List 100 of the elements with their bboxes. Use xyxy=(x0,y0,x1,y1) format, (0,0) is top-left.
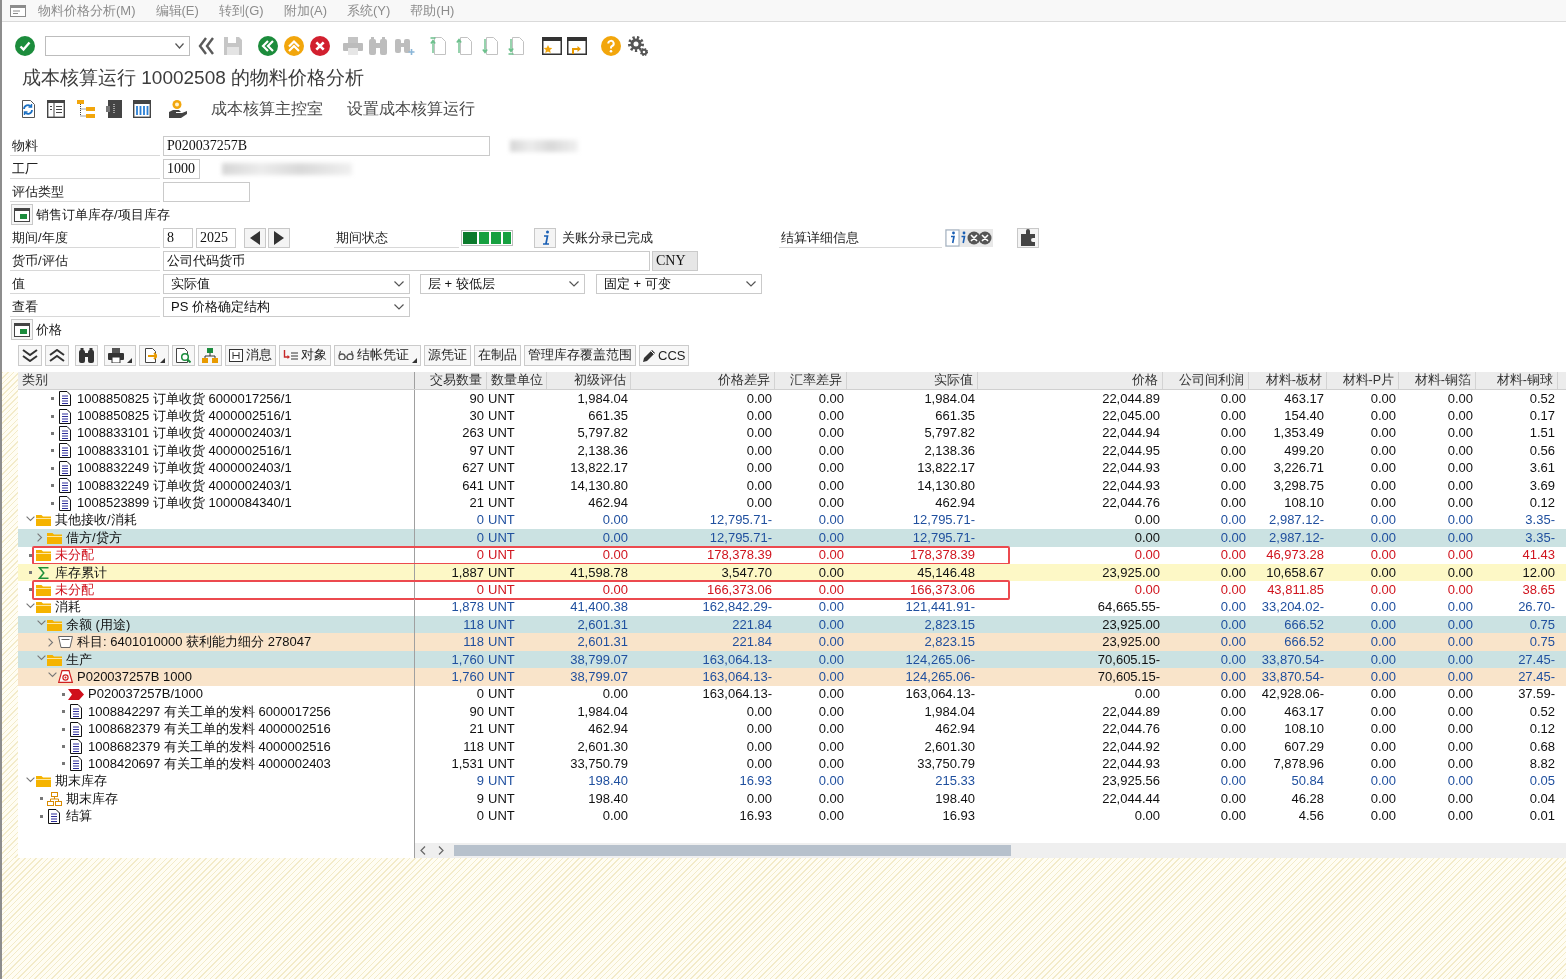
dropdown-field[interactable]: 固定 + 可变 xyxy=(596,273,762,294)
print-button[interactable] xyxy=(104,344,136,366)
column-header[interactable]: 实际值 xyxy=(934,373,973,388)
horizontal-scrollbar[interactable] xyxy=(415,843,1566,858)
tree-node-label[interactable]: 1008850825 订单收货 6000017256/1 xyxy=(77,391,292,406)
tree-node-label[interactable]: 1008682379 有关工单的发料 4000002516 xyxy=(88,739,331,754)
toolbar-button[interactable]: 在制品 xyxy=(474,344,521,366)
hierarchy-button[interactable] xyxy=(198,344,222,366)
column-header[interactable]: 价格差异 xyxy=(718,373,770,388)
column-header[interactable]: 价格 xyxy=(1132,373,1158,388)
input-field[interactable]: 2025 xyxy=(196,227,236,248)
column-header[interactable]: 材料-P片 xyxy=(1342,373,1394,388)
dark-document-icon[interactable] xyxy=(106,100,122,118)
dropdown-field[interactable]: PS 价格确定结构 xyxy=(163,296,410,317)
puzzle-icon xyxy=(1020,229,1036,246)
menu-icon[interactable] xyxy=(10,4,26,17)
tree-node-label[interactable]: 期末库存 xyxy=(66,791,118,806)
tree-node-label[interactable]: P020037257B 1000 xyxy=(77,669,192,684)
tree-node-label[interactable]: 余额 (用途) xyxy=(66,617,131,632)
check-icon[interactable] xyxy=(15,36,35,56)
tree-node-label[interactable]: 1008832249 订单收货 4000002403/1 xyxy=(77,478,292,493)
toolbar-button[interactable]: CCS xyxy=(639,344,690,366)
input-field[interactable]: P020037257B xyxy=(163,135,490,156)
settings-icon[interactable] xyxy=(628,36,648,56)
scrollbar-thumb[interactable] xyxy=(454,845,1011,856)
column-header[interactable]: 汇率差异 xyxy=(790,373,842,388)
tree-node-label[interactable]: 结算 xyxy=(66,809,92,824)
table-row[interactable]: 借方/贷方 0 UNT 0.00 12,795.71- 0.00 12,795.71- 0.00 0.00 2,987.12- 0.00 0.00 3.35- xyxy=(18,529,1566,547)
tree-node-label[interactable]: 库存累计 xyxy=(55,565,107,580)
previous-button[interactable] xyxy=(244,227,266,248)
columns-icon[interactable] xyxy=(133,100,151,118)
tree-node-label[interactable]: 1008682379 有关工单的发料 4000002516 xyxy=(88,722,331,737)
toolbar-link[interactable]: 成本核算主控室 xyxy=(211,98,323,120)
collapse-all-button[interactable] xyxy=(45,344,69,366)
command-field[interactable] xyxy=(45,36,190,56)
table-cell: 0.00 xyxy=(1370,739,1396,754)
tree-node-label[interactable]: 未分配 xyxy=(55,548,94,563)
input-field[interactable]: 8 xyxy=(163,227,193,248)
table-cell: 198.40 xyxy=(588,774,628,789)
scroll-left-icon[interactable] xyxy=(420,846,426,855)
column-header[interactable]: 材料-板材 xyxy=(1265,373,1322,388)
table-row[interactable]: 科目: 6401010000 获利能力细分 278047 118 UNT 2,601.31 221.84 0.00 2,823.15 23,925.00 0.00 666.52 0.00 0.00 0.75 xyxy=(18,633,1566,651)
table-row[interactable]: 库存累计 1,887 UNT 41,598.78 3,547.70 0.00 45,146.48 23,925.00 0.00 10,658.67 0.00 0.00 12.00 xyxy=(18,563,1566,582)
tree-node-label[interactable]: 1008832249 订单收货 4000002403/1 xyxy=(77,461,292,476)
export-button[interactable] xyxy=(139,344,169,366)
toolbar-button[interactable]: 消息 xyxy=(225,344,276,366)
dropdown-field[interactable]: 实际值 xyxy=(163,273,410,294)
puzzle-button[interactable] xyxy=(1017,227,1039,248)
tree-node-label[interactable]: 1008420697 有关工单的发料 4000002403 xyxy=(88,756,331,771)
table-row[interactable]: 余额 (用途) 118 UNT 2,601.31 221.84 0.00 2,823.15 23,925.00 0.00 666.52 0.00 0.00 0.75 xyxy=(18,616,1566,634)
tree-node-label[interactable]: 1008833101 订单收货 4000002403/1 xyxy=(77,426,292,441)
table-cell: 12,795.71- xyxy=(912,530,975,545)
expand-all-button[interactable] xyxy=(18,344,42,366)
tree-node-label[interactable]: 其他接收/消耗 xyxy=(55,513,137,528)
dropdown-field[interactable]: 层 + 较低层 xyxy=(420,273,585,294)
table-cell: 0 xyxy=(476,809,484,824)
input-field[interactable] xyxy=(163,181,250,202)
column-header[interactable]: 材料-铜箔 xyxy=(1414,373,1471,388)
input-field[interactable]: 公司代码货币 xyxy=(163,250,650,271)
two-pane-icon[interactable] xyxy=(47,100,65,118)
info-cancel-icon[interactable] xyxy=(945,228,993,247)
back-icon[interactable] xyxy=(258,36,278,56)
tree-node-label[interactable]: 1008523899 订单收货 1000084340/1 xyxy=(77,496,292,511)
section-toggle-button[interactable] xyxy=(11,319,33,340)
tree-node-label[interactable]: 生产 xyxy=(66,652,92,667)
column-header[interactable]: 数量单位 xyxy=(491,373,543,388)
scroll-right-icon[interactable] xyxy=(438,846,444,855)
toolbar-button[interactable]: 源凭证 xyxy=(424,344,471,366)
table-cell: 0.00 xyxy=(818,617,844,632)
toolbar-button[interactable]: 管理库存覆盖范围 xyxy=(524,344,636,366)
toolbar-button[interactable]: 结帐凭证 xyxy=(334,344,421,366)
info-button[interactable] xyxy=(534,227,556,248)
toolbar-button[interactable]: 对象 xyxy=(279,344,331,366)
tree-node-label[interactable]: P020037257B/1000 xyxy=(88,687,203,702)
table-row[interactable]: P020037257B 1000 1,760 UNT 38,799.07 163,064.13- 0.00 124,265.06- 70,605.15- 0.00 33,870.54- 0.00 0.00 27.45- xyxy=(18,668,1566,686)
tree-node-label[interactable]: 期末库存 xyxy=(55,774,107,789)
column-header[interactable]: 交易数量 xyxy=(430,373,482,388)
tree-node-label[interactable]: 1008842297 有关工单的发料 6000017256 xyxy=(88,704,331,719)
double-chevron-left-icon[interactable] xyxy=(198,37,214,55)
hand-coin-icon[interactable] xyxy=(169,100,187,118)
column-header[interactable]: 公司间利润 xyxy=(1179,373,1244,388)
next-button[interactable] xyxy=(268,227,290,248)
table-cell: 0.00 xyxy=(1370,774,1396,789)
tree-node-label[interactable]: 未分配 xyxy=(55,583,94,597)
bullet-icon xyxy=(50,501,54,505)
input-field[interactable]: 1000 xyxy=(163,158,200,179)
column-header[interactable]: 类别 xyxy=(22,373,48,388)
caret-icon[interactable] xyxy=(175,43,184,49)
tree-node-label[interactable]: 消耗 xyxy=(55,600,81,615)
tree-node-label[interactable]: 1008833101 订单收货 4000002516/1 xyxy=(77,443,292,458)
find-button[interactable] xyxy=(75,344,98,366)
tree-node-label[interactable]: 借方/贷方 xyxy=(66,530,122,545)
tree-node-label[interactable]: 科目: 6401010000 获利能力细分 278047 xyxy=(77,635,312,650)
section-toggle-button[interactable] xyxy=(11,204,33,225)
column-header[interactable]: 初级评估 xyxy=(574,373,626,388)
detail-button[interactable] xyxy=(172,344,195,366)
toolbar-link[interactable]: 设置成本核算运行 xyxy=(347,98,475,120)
cancel-icon[interactable] xyxy=(310,36,330,56)
column-header[interactable]: 材料-铜球 xyxy=(1496,373,1553,388)
tree-node-label[interactable]: 1008850825 订单收货 4000002516/1 xyxy=(77,409,292,424)
